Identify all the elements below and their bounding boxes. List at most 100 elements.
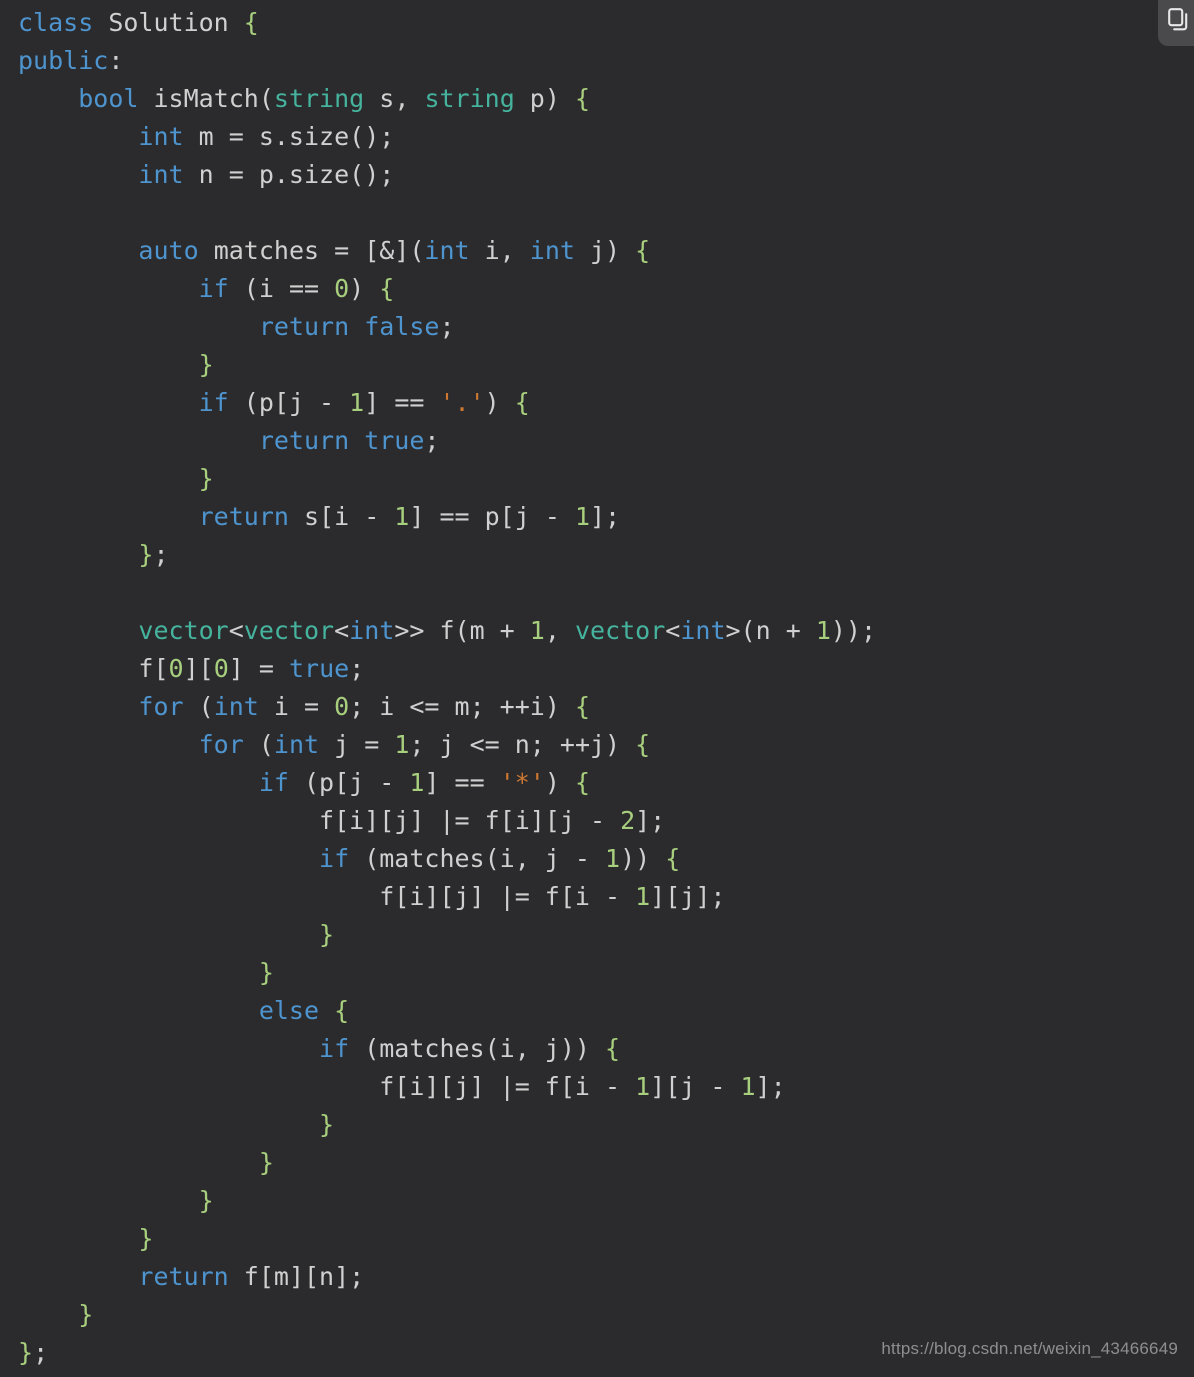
code-token-pln: >> f(m + bbox=[394, 616, 530, 645]
code-token-pln: ( bbox=[183, 692, 214, 721]
code-token-brc: { bbox=[379, 274, 395, 303]
code-token-pln bbox=[18, 768, 259, 797]
code-token-pln bbox=[349, 312, 364, 341]
code-token-pln: ]; bbox=[590, 502, 621, 531]
code-token-pln: f[i][j] |= f[i - bbox=[18, 1072, 636, 1101]
code-token-kw: else bbox=[258, 996, 320, 1025]
code-token-pln bbox=[18, 616, 138, 645]
code-token-typ: vector bbox=[243, 616, 335, 645]
code-line: int n = p.size(); bbox=[18, 156, 1194, 194]
code-token-pln bbox=[349, 426, 364, 455]
code-token-pln bbox=[18, 350, 199, 379]
code-token-pln bbox=[18, 1034, 319, 1063]
code-token-typ: string bbox=[273, 84, 365, 113]
code-token-num: 1 bbox=[409, 768, 425, 797]
code-token-num: 2 bbox=[620, 806, 636, 835]
code-token-num: 0 bbox=[334, 274, 350, 303]
code-token-brc: } bbox=[198, 464, 214, 493]
code-token-brc: } bbox=[198, 1186, 214, 1215]
code-token-brc: } bbox=[319, 920, 335, 949]
code-token-pln: ] = bbox=[228, 654, 289, 683]
code-line: } bbox=[18, 1144, 1194, 1182]
code-token-brc: } bbox=[138, 1224, 154, 1253]
code-token-kw: return bbox=[138, 1262, 229, 1291]
code-token-pln: isMatch( bbox=[138, 84, 274, 113]
code-token-pln bbox=[18, 464, 199, 493]
code-token-brc: { bbox=[605, 1034, 621, 1063]
code-token-pln: ) bbox=[484, 388, 515, 417]
code-token-pln: f[i][j] |= f[i - bbox=[18, 882, 636, 911]
code-line: class Solution { bbox=[18, 4, 1194, 42]
code-line: vector<vector<int>> f(m + 1, vector<int>… bbox=[18, 612, 1194, 650]
code-token-pln bbox=[18, 312, 259, 341]
code-token-pln: j) bbox=[574, 236, 636, 265]
code-token-pln: )) bbox=[620, 844, 666, 873]
code-line: bool isMatch(string s, string p) { bbox=[18, 80, 1194, 118]
code-token-pln: ( bbox=[243, 730, 274, 759]
code-token-pln: ][j]; bbox=[650, 882, 726, 911]
code-token-brc: { bbox=[574, 84, 591, 113]
code-token-brc: { bbox=[514, 388, 530, 417]
code-token-kw: int bbox=[424, 236, 470, 265]
code-token-kw: true bbox=[364, 426, 425, 455]
code-token-num: 0 bbox=[168, 654, 184, 683]
code-token-brc: } bbox=[78, 1300, 94, 1329]
code-token-pln bbox=[18, 236, 138, 265]
code-token-num: 1 bbox=[635, 1072, 651, 1101]
code-line: for (int i = 0; i <= m; ++i) { bbox=[18, 688, 1194, 726]
code-token-kw: for bbox=[138, 692, 184, 721]
code-token-pln: f[i][j] |= f[i][j - bbox=[18, 806, 621, 835]
code-token-pln bbox=[18, 844, 319, 873]
code-token-pln: p) bbox=[514, 84, 575, 113]
copy-code-button[interactable] bbox=[1158, 0, 1194, 46]
code-token-kw: return bbox=[198, 502, 289, 531]
code-token-pln: : bbox=[108, 46, 124, 75]
code-token-num: 1 bbox=[574, 502, 590, 531]
code-token-pln bbox=[18, 540, 138, 569]
code-token-kw: int bbox=[349, 616, 395, 645]
code-token-pln bbox=[18, 1262, 138, 1291]
code-token-pln: n = p.size(); bbox=[183, 160, 395, 189]
code-token-pln: < bbox=[334, 616, 350, 645]
code-line: } bbox=[18, 460, 1194, 498]
code-token-pln: ] == p[j - bbox=[409, 502, 575, 531]
code-token-pln bbox=[18, 1300, 78, 1329]
code-token-kw: if bbox=[319, 844, 350, 873]
code-token-brc: { bbox=[635, 236, 651, 265]
code-token-brc: } bbox=[198, 350, 214, 379]
code-line: if (p[j - 1] == '.') { bbox=[18, 384, 1194, 422]
code-line: for (int j = 1; j <= n; ++j) { bbox=[18, 726, 1194, 764]
code-block[interactable]: class Solution {public: bool isMatch(str… bbox=[0, 0, 1194, 1372]
code-token-kw: int bbox=[529, 236, 575, 265]
code-token-pln: i, bbox=[469, 236, 530, 265]
code-token-num: 1 bbox=[349, 388, 365, 417]
code-token-pln bbox=[18, 122, 138, 151]
code-token-pln: ) bbox=[349, 274, 380, 303]
code-line: } bbox=[18, 954, 1194, 992]
code-token-num: 0 bbox=[334, 692, 350, 721]
code-token-pln: ][j - bbox=[650, 1072, 741, 1101]
code-token-pln bbox=[18, 1110, 319, 1139]
code-line: public: bbox=[18, 42, 1194, 80]
code-line: } bbox=[18, 1106, 1194, 1144]
code-token-kw: true bbox=[288, 654, 350, 683]
code-line: f[0][0] = true; bbox=[18, 650, 1194, 688]
code-token-pln bbox=[18, 84, 78, 113]
code-token-pln: ][ bbox=[183, 654, 214, 683]
code-token-kw: if bbox=[198, 274, 229, 303]
code-line: if (i == 0) { bbox=[18, 270, 1194, 308]
code-token-kw: false bbox=[364, 312, 440, 341]
code-token-kw: int bbox=[273, 730, 320, 759]
code-line: f[i][j] |= f[i][j - 2]; bbox=[18, 802, 1194, 840]
code-token-kw: int bbox=[213, 692, 259, 721]
code-token-typ: vector bbox=[574, 616, 666, 645]
code-token-kw: public bbox=[18, 46, 109, 75]
copy-icon bbox=[1168, 8, 1190, 32]
code-line: if (matches(i, j - 1)) { bbox=[18, 840, 1194, 878]
code-token-pln: ; bbox=[153, 540, 169, 569]
code-token-num: 1 bbox=[635, 882, 651, 911]
code-token-pln bbox=[18, 274, 199, 303]
code-token-brc: } bbox=[319, 1110, 335, 1139]
